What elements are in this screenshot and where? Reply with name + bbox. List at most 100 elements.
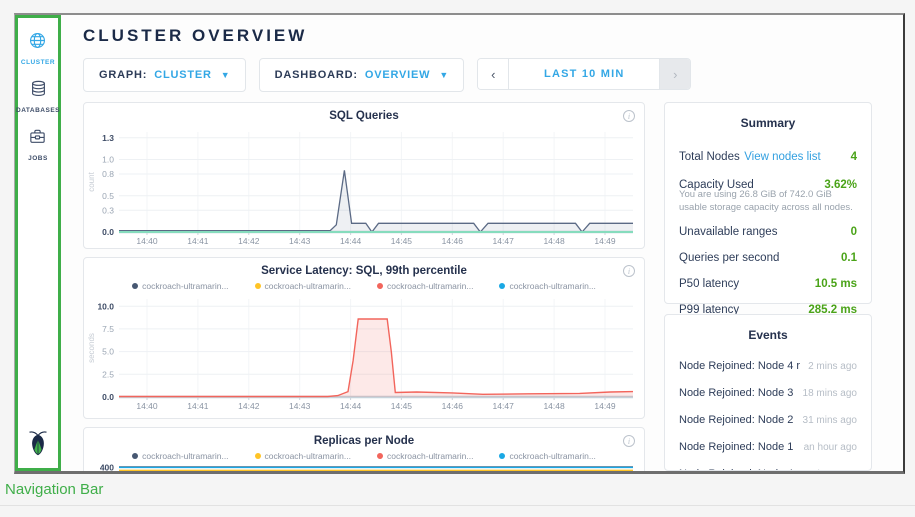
info-icon[interactable]: i	[623, 265, 635, 277]
legend-item[interactable]: cockroach-ultramarin...	[132, 451, 228, 461]
page-title: CLUSTER OVERVIEW	[83, 26, 903, 46]
summary-label: P50 latency	[679, 278, 739, 290]
sidebar-item-label: CLUSTER	[21, 59, 55, 66]
summary-label: Unavailable ranges	[679, 226, 777, 238]
svg-text:14:43: 14:43	[289, 401, 311, 411]
legend-label: cockroach-ultramarin...	[142, 451, 228, 461]
svg-text:14:41: 14:41	[187, 236, 209, 246]
svg-text:14:45: 14:45	[391, 236, 413, 246]
event-time: 2 mins ago	[808, 361, 857, 372]
svg-text:7.5: 7.5	[102, 324, 114, 334]
svg-text:14:43: 14:43	[289, 236, 311, 246]
chart-legend: cockroach-ultramarin... cockroach-ultram…	[87, 451, 641, 461]
legend-item[interactable]: cockroach-ultramarin...	[499, 451, 595, 461]
legend-label: cockroach-ultramarin...	[387, 451, 473, 461]
sidebar-item-cluster[interactable]: CLUSTER	[21, 31, 55, 66]
event-row[interactable]: Node Rejoined: Node 2 rej... 31 mins ago	[679, 406, 857, 433]
svg-text:0.8: 0.8	[102, 169, 114, 179]
svg-text:14:44: 14:44	[340, 401, 362, 411]
sidebar-item-jobs[interactable]: JOBS	[28, 127, 48, 162]
event-time: 18 mins ago	[803, 388, 857, 399]
chart-legend: cockroach-ultramarin... cockroach-ultram…	[87, 281, 641, 291]
svg-text:seconds: seconds	[87, 333, 96, 363]
event-row[interactable]: Node Rejoined: Node 3 rej... 18 mins ago	[679, 379, 857, 406]
legend-item[interactable]: cockroach-ultramarin...	[377, 451, 473, 461]
sidebar-item-label: JOBS	[28, 155, 48, 162]
legend-item[interactable]: cockroach-ultramarin...	[255, 281, 351, 291]
svg-text:14:48: 14:48	[543, 236, 565, 246]
view-nodes-list-link[interactable]: View nodes list	[744, 151, 821, 163]
legend-dot	[377, 283, 383, 289]
svg-text:10.0: 10.0	[97, 301, 114, 311]
legend-item[interactable]: cockroach-ultramarin...	[132, 281, 228, 291]
svg-text:14:47: 14:47	[493, 401, 515, 411]
svg-text:14:46: 14:46	[442, 236, 464, 246]
svg-text:400: 400	[100, 463, 114, 471]
app-window: CLUSTER DATABASES	[14, 13, 905, 474]
legend-item[interactable]: cockroach-ultramarin...	[377, 281, 473, 291]
event-text: Node Rejoined: Node 1 rej...	[679, 441, 796, 453]
event-time: an hour ago	[804, 442, 857, 453]
time-range-prev-button[interactable]: ‹	[478, 59, 509, 89]
legend-item[interactable]: cockroach-ultramarin...	[255, 451, 351, 461]
summary-value: 0.1	[841, 252, 857, 264]
svg-text:14:45: 14:45	[391, 401, 413, 411]
service-latency-chart-panel: Service Latency: SQL, 99th percentile i …	[83, 257, 645, 419]
summary-row-p50-latency: P50 latency 10.5 ms	[679, 271, 857, 297]
svg-text:14:40: 14:40	[136, 236, 158, 246]
sidebar-item-databases[interactable]: DATABASES	[16, 79, 60, 114]
navigation-bar: CLUSTER DATABASES	[15, 15, 61, 471]
legend-label: cockroach-ultramarin...	[509, 281, 595, 291]
dashboard-dropdown[interactable]: DASHBOARD: OVERVIEW ▼	[259, 58, 465, 92]
chart-title: Replicas per Node	[87, 434, 641, 449]
event-row[interactable]: Node Rejoined: Node 4 rej... 2 mins ago	[679, 352, 857, 379]
capacity-note: You are using 26.8 GiB of 742.0 GiB usab…	[679, 189, 857, 215]
legend-label: cockroach-ultramarin...	[387, 281, 473, 291]
chevron-down-icon: ▼	[221, 70, 230, 80]
info-icon[interactable]: i	[623, 435, 635, 447]
legend-dot	[499, 453, 505, 459]
sql-queries-chart: 14:4014:4114:4214:4314:4414:4514:4614:47…	[87, 126, 641, 248]
svg-text:14:42: 14:42	[238, 401, 260, 411]
replicas-per-node-chart: 400	[87, 463, 641, 471]
time-range-label[interactable]: LAST 10 MIN	[509, 59, 659, 89]
legend-label: cockroach-ultramarin...	[265, 281, 351, 291]
graph-dropdown-value: CLUSTER	[154, 69, 212, 81]
svg-text:14:49: 14:49	[594, 236, 616, 246]
info-icon[interactable]: i	[623, 110, 635, 122]
summary-panel: Summary Total Nodes View nodes list 4 Ca…	[664, 102, 872, 304]
legend-item[interactable]: cockroach-ultramarin...	[499, 281, 595, 291]
time-range-next-button: ›	[659, 59, 690, 89]
svg-text:5.0: 5.0	[102, 347, 114, 357]
event-row[interactable]: Node Rejoined: Node 1 rej... an hour ago	[679, 433, 857, 460]
cockroachdb-logo[interactable]	[25, 428, 51, 462]
svg-text:14:41: 14:41	[187, 401, 209, 411]
chevron-down-icon: ▼	[439, 70, 448, 80]
svg-text:count: count	[87, 171, 96, 191]
events-title: Events	[679, 328, 857, 342]
globe-icon	[28, 31, 47, 55]
event-text: Node Rejoined: Node 3 rej...	[679, 387, 795, 399]
legend-dot	[499, 283, 505, 289]
legend-label: cockroach-ultramarin...	[265, 451, 351, 461]
svg-text:2.5: 2.5	[102, 369, 114, 379]
summary-title: Summary	[679, 116, 857, 130]
svg-text:0.0: 0.0	[102, 392, 114, 402]
summary-value: 0	[851, 226, 857, 238]
divider	[0, 505, 915, 506]
briefcase-icon	[28, 127, 47, 151]
chart-title: Service Latency: SQL, 99th percentile	[87, 264, 641, 279]
svg-text:0.5: 0.5	[102, 191, 114, 201]
event-row[interactable]: Node Rejoined: Node 4 rej... an hour ago	[679, 460, 857, 471]
event-time: an hour ago	[804, 469, 857, 472]
svg-text:14:46: 14:46	[442, 401, 464, 411]
graph-dropdown[interactable]: GRAPH: CLUSTER ▼	[83, 58, 246, 92]
svg-text:14:49: 14:49	[594, 401, 616, 411]
annotation-navigation-bar-label: Navigation Bar	[5, 481, 103, 498]
screenshot-canvas: CLUSTER DATABASES	[0, 0, 915, 517]
summary-row-queries-per-second: Queries per second 0.1	[679, 245, 857, 271]
charts-column: SQL Queries i 14:4014:4114:4214:4314:441…	[83, 102, 645, 471]
svg-text:14:42: 14:42	[238, 236, 260, 246]
event-text: Node Rejoined: Node 4 rej...	[679, 468, 796, 472]
event-text: Node Rejoined: Node 2 rej...	[679, 414, 795, 426]
